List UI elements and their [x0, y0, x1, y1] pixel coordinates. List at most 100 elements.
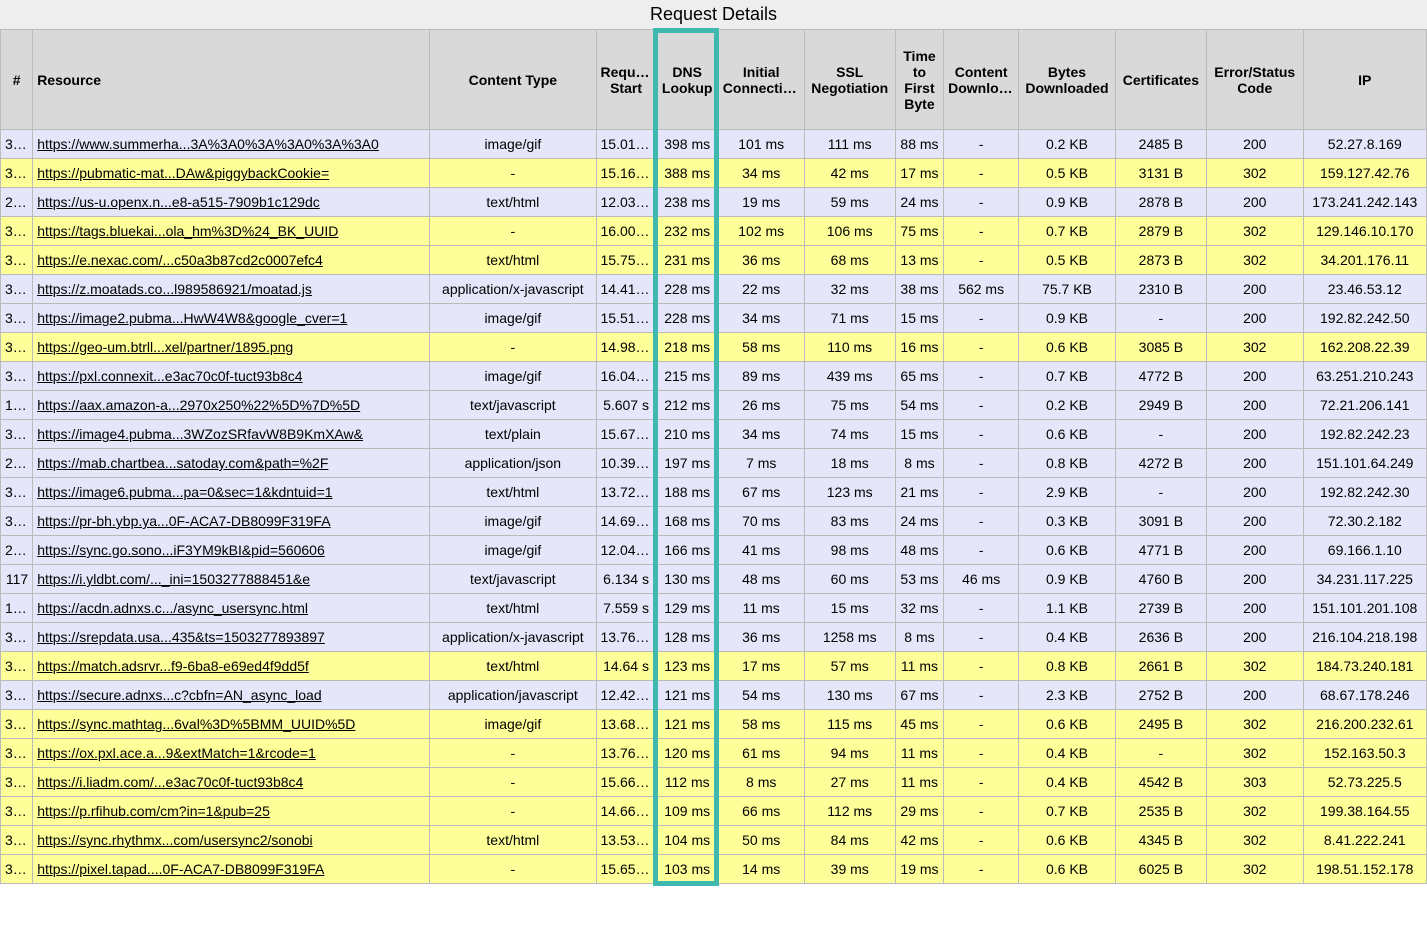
- cell-content-download: 46 ms: [944, 565, 1019, 594]
- resource-link[interactable]: https://z.moatads.co...l989586921/moatad…: [37, 281, 312, 297]
- cell-num: 319: [1, 710, 33, 739]
- resource-link[interactable]: https://pr-bh.ybp.ya...0F-ACA7-DB8099F31…: [37, 513, 330, 529]
- cell-content-type: application/x-javascript: [430, 623, 596, 652]
- resource-link[interactable]: https://i.liadm.com/...e3ac70c0f-tuct93b…: [37, 774, 303, 790]
- table-row: 105https://aax.amazon-a...2970x250%22%5D…: [1, 391, 1427, 420]
- cell-resource: https://mab.chartbea...satoday.com&path=…: [33, 449, 430, 478]
- cell-bytes-downloaded: 0.6 KB: [1019, 710, 1116, 739]
- cell-ssl-negotiation: 130 ms: [804, 681, 895, 710]
- cell-bytes-downloaded: 0.7 KB: [1019, 362, 1116, 391]
- resource-link[interactable]: https://pxl.connexit...e3ac70c0f-tuct93b…: [37, 368, 302, 384]
- cell-ttfb: 48 ms: [895, 536, 943, 565]
- cell-bytes-downloaded: 0.2 KB: [1019, 130, 1116, 159]
- resource-link[interactable]: https://aax.amazon-a...2970x250%22%5D%7D…: [37, 397, 360, 413]
- resource-link[interactable]: https://sync.go.sono...iF3YM9kBI&pid=560…: [37, 542, 325, 558]
- resource-link[interactable]: https://secure.adnxs...c?cbfn=AN_async_l…: [37, 687, 321, 703]
- resource-link[interactable]: https://tags.bluekai...ola_hm%3D%24_BK_U…: [37, 223, 338, 239]
- cell-resource: https://ox.pxl.ace.a...9&extMatch=1&rcod…: [33, 739, 430, 768]
- cell-request-start: 10.396 s: [596, 449, 656, 478]
- col-header-num[interactable]: #: [1, 30, 33, 130]
- cell-status-code: 200: [1206, 362, 1303, 391]
- cell-num: 296: [1, 536, 33, 565]
- resource-link[interactable]: https://www.summerha...3A%3A0%3A%3A0%3A%…: [37, 136, 379, 152]
- cell-ttfb: 8 ms: [895, 623, 943, 652]
- col-header-ssl-negotiation[interactable]: SSL Negotiation: [804, 30, 895, 130]
- resource-link[interactable]: https://geo-um.btrll...xel/partner/1895.…: [37, 339, 293, 355]
- cell-dns-lookup: 228 ms: [656, 275, 718, 304]
- cell-content-download: -: [944, 246, 1019, 275]
- cell-certificates: 3131 B: [1115, 159, 1206, 188]
- cell-ip: 68.67.178.246: [1303, 681, 1426, 710]
- col-header-request-start[interactable]: Request Start: [596, 30, 656, 130]
- cell-certificates: -: [1115, 478, 1206, 507]
- col-header-dns-lookup[interactable]: DNS Lookup: [656, 30, 718, 130]
- resource-link[interactable]: https://image4.pubma...3WZozSRfavW8B9KmX…: [37, 426, 363, 442]
- resource-link[interactable]: https://pixel.tapad....0F-ACA7-DB8099F31…: [37, 861, 324, 877]
- col-header-content-download[interactable]: Content Download: [944, 30, 1019, 130]
- col-header-ttfb[interactable]: Time to First Byte: [895, 30, 943, 130]
- cell-ip: 152.163.50.3: [1303, 739, 1426, 768]
- col-header-initial-connection[interactable]: Initial Connection: [718, 30, 804, 130]
- cell-content-type: -: [430, 768, 596, 797]
- page-title: Request Details: [0, 0, 1427, 29]
- cell-num: 330: [1, 275, 33, 304]
- cell-resource: https://z.moatads.co...l989586921/moatad…: [33, 275, 430, 304]
- cell-ttfb: 38 ms: [895, 275, 943, 304]
- resource-link[interactable]: https://pubmatic-mat...DAw&piggybackCook…: [37, 165, 329, 181]
- cell-num: 392: [1, 217, 33, 246]
- cell-status-code: 303: [1206, 768, 1303, 797]
- cell-initial-connection: 66 ms: [718, 797, 804, 826]
- cell-num: 381: [1, 420, 33, 449]
- cell-initial-connection: 7 ms: [718, 449, 804, 478]
- cell-resource: https://sync.rhythmx...com/usersync2/son…: [33, 826, 430, 855]
- cell-content-download: -: [944, 507, 1019, 536]
- cell-ssl-negotiation: 94 ms: [804, 739, 895, 768]
- resource-link[interactable]: https://srepdata.usa...435&ts=1503277893…: [37, 629, 325, 645]
- resource-link[interactable]: https://ox.pxl.ace.a...9&extMatch=1&rcod…: [37, 745, 316, 761]
- cell-request-start: 14.64 s: [596, 652, 656, 681]
- col-header-bytes-downloaded[interactable]: Bytes Downloaded: [1019, 30, 1116, 130]
- table-row: 117https://i.yldbt.com/..._ini=150327788…: [1, 565, 1427, 594]
- table-row: 376https://pixel.tapad....0F-ACA7-DB8099…: [1, 855, 1427, 884]
- resource-link[interactable]: https://i.yldbt.com/..._ini=150327788845…: [37, 571, 310, 587]
- col-header-ip[interactable]: IP: [1303, 30, 1426, 130]
- resource-link[interactable]: https://e.nexac.com/...c50a3b87cd2c0007e…: [37, 252, 323, 268]
- resource-link[interactable]: https://us-u.openx.n...e8-a515-7909b1c12…: [37, 194, 320, 210]
- resource-link[interactable]: https://image6.pubma...pa=0&sec=1&kdntui…: [37, 484, 332, 500]
- resource-link[interactable]: https://sync.rhythmx...com/usersync2/son…: [37, 832, 312, 848]
- resource-link[interactable]: https://acdn.adnxs.c.../async_usersync.h…: [37, 600, 308, 616]
- cell-ssl-negotiation: 112 ms: [804, 797, 895, 826]
- col-header-certificates[interactable]: Certificates: [1115, 30, 1206, 130]
- cell-num: 325: [1, 739, 33, 768]
- cell-resource: https://i.yldbt.com/..._ini=150327788845…: [33, 565, 430, 594]
- resource-link[interactable]: https://mab.chartbea...satoday.com&path=…: [37, 455, 328, 471]
- cell-resource: https://us-u.openx.n...e8-a515-7909b1c12…: [33, 188, 430, 217]
- cell-resource: https://sync.go.sono...iF3YM9kBI&pid=560…: [33, 536, 430, 565]
- cell-content-download: -: [944, 391, 1019, 420]
- cell-content-type: image/gif: [430, 304, 596, 333]
- col-header-resource[interactable]: Resource: [33, 30, 430, 130]
- cell-num: 393: [1, 362, 33, 391]
- cell-ttfb: 24 ms: [895, 507, 943, 536]
- cell-content-download: -: [944, 623, 1019, 652]
- cell-certificates: 2752 B: [1115, 681, 1206, 710]
- cell-bytes-downloaded: 0.7 KB: [1019, 217, 1116, 246]
- col-header-content-type[interactable]: Content Type: [430, 30, 596, 130]
- cell-content-type: text/plain: [430, 420, 596, 449]
- cell-initial-connection: 50 ms: [718, 826, 804, 855]
- resource-link[interactable]: https://match.adsrvr...f9-6ba8-e69ed4f9d…: [37, 658, 309, 674]
- cell-content-download: -: [944, 739, 1019, 768]
- cell-content-type: image/gif: [430, 362, 596, 391]
- cell-ttfb: 45 ms: [895, 710, 943, 739]
- col-header-status-code[interactable]: Error/Status Code: [1206, 30, 1303, 130]
- resource-link[interactable]: https://sync.mathtag...6val%3D%5BMM_UUID…: [37, 716, 355, 732]
- resource-link[interactable]: https://image2.pubma...HwW4W8&google_cve…: [37, 310, 347, 326]
- cell-certificates: 2636 B: [1115, 623, 1206, 652]
- cell-ip: 151.101.201.108: [1303, 594, 1426, 623]
- cell-ttfb: 19 ms: [895, 855, 943, 884]
- cell-num: 378: [1, 768, 33, 797]
- cell-dns-lookup: 388 ms: [656, 159, 718, 188]
- cell-request-start: 16.004 s: [596, 217, 656, 246]
- resource-link[interactable]: https://p.rfihub.com/cm?in=1&pub=25: [37, 803, 270, 819]
- cell-ip: 52.73.225.5: [1303, 768, 1426, 797]
